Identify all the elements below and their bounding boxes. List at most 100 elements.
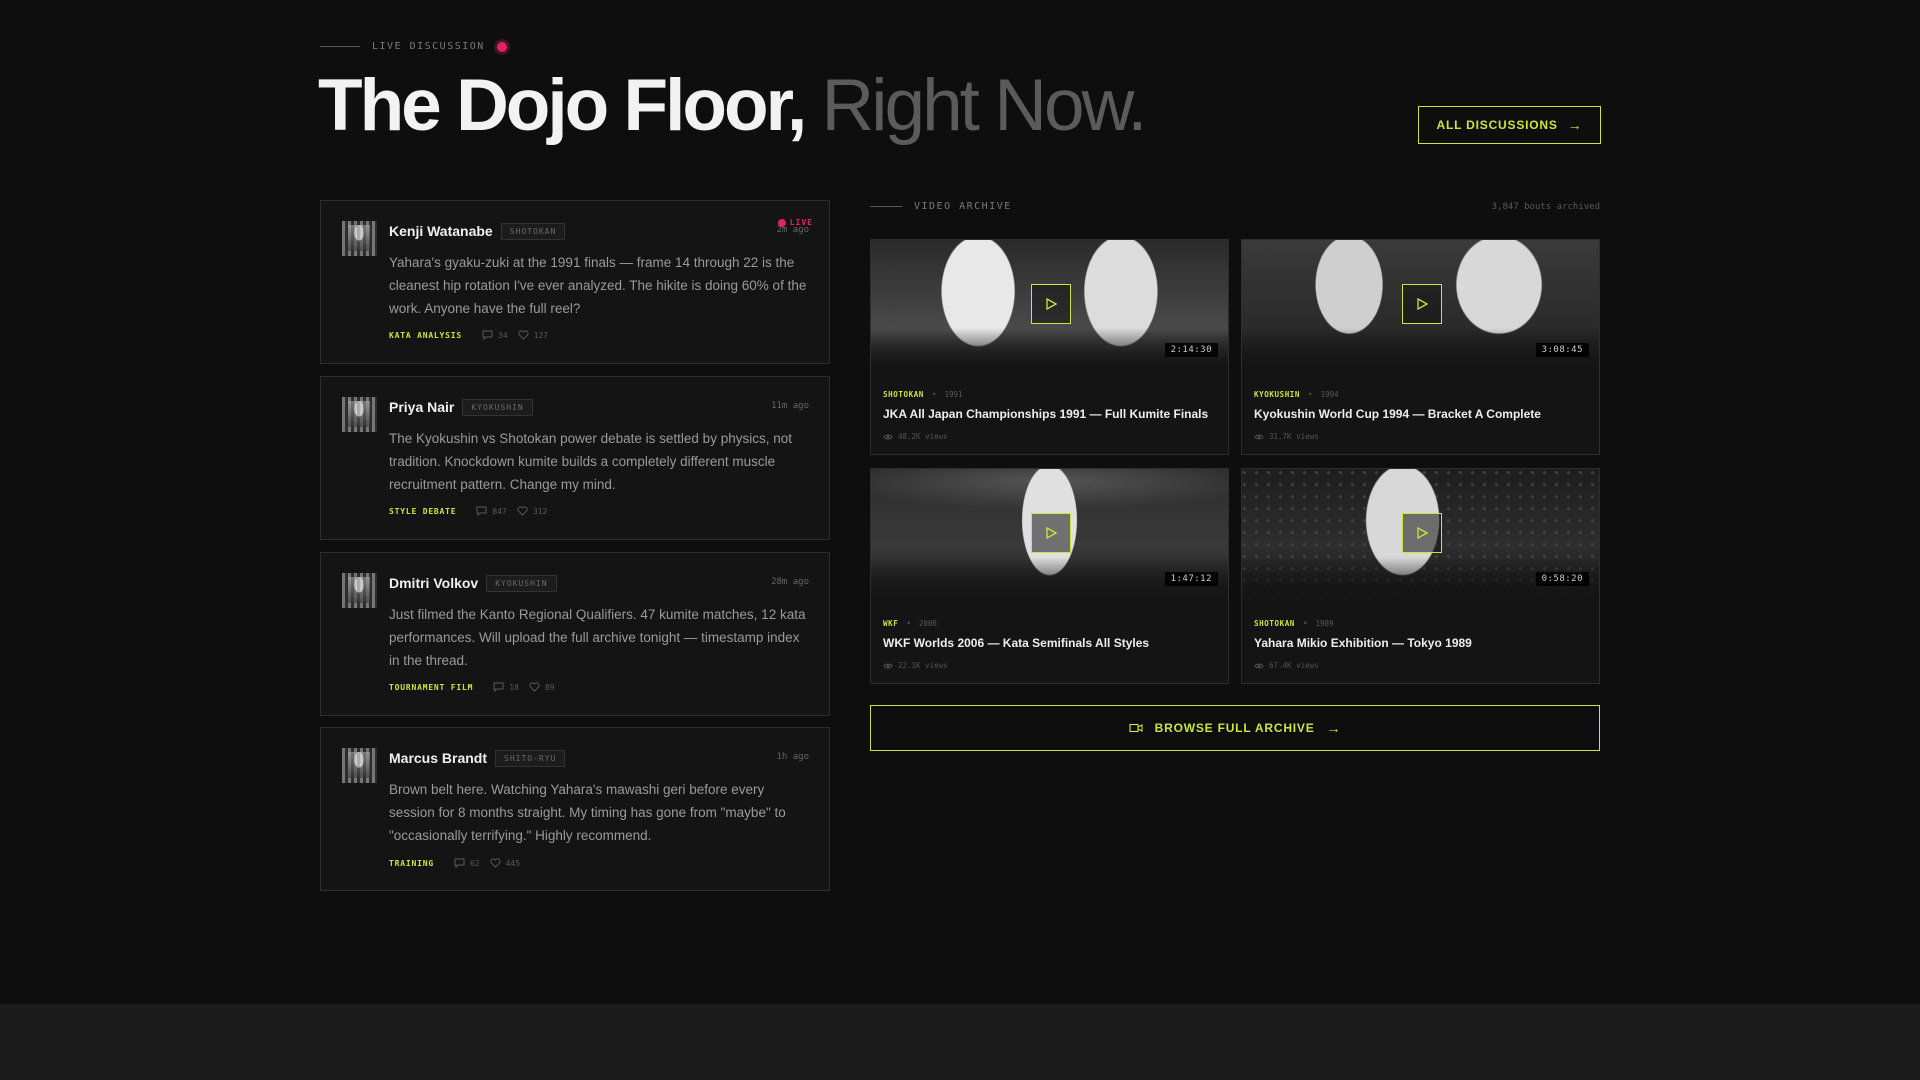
play-button[interactable] bbox=[1402, 284, 1442, 324]
video-meta: SHOTOKAN • 1989 bbox=[1254, 619, 1334, 628]
video-meta: KYOKUSHIN • 1994 bbox=[1254, 390, 1339, 399]
like-count[interactable]: 445 bbox=[489, 858, 521, 868]
post-body: Just filmed the Kanto Regional Qualifier… bbox=[389, 607, 806, 668]
meta-separator: • bbox=[906, 619, 911, 628]
video-views-value: 22.1K views bbox=[898, 661, 948, 670]
archive-divider bbox=[870, 206, 902, 207]
video-views-value: 48.2K views bbox=[898, 432, 948, 441]
eye-icon bbox=[883, 434, 893, 439]
video-views-value: 31.7K views bbox=[1269, 432, 1319, 441]
author-name[interactable]: Kenji Watanabe bbox=[389, 223, 493, 239]
page-title-main: The Dojo Floor, bbox=[318, 65, 807, 146]
video-views: 67.4K views bbox=[1254, 661, 1319, 670]
video-thumbnail[interactable]: 0:58:20 bbox=[1242, 469, 1599, 597]
video-card[interactable]: 1:47:12 WKF • 2006 WKF Worlds 2006 — Kata … bbox=[870, 468, 1229, 684]
eye-icon bbox=[883, 663, 893, 668]
archive-count: 3,847 bouts archived bbox=[1491, 201, 1600, 212]
video-style: SHOTOKAN bbox=[883, 390, 924, 399]
post-time: 1h ago bbox=[776, 752, 809, 762]
live-label: LIVE bbox=[789, 218, 813, 227]
video-style: KYOKUSHIN bbox=[1254, 390, 1301, 399]
play-button[interactable] bbox=[1031, 284, 1071, 324]
video-card[interactable]: 3:08:45 KYOKUSHIN • 1994 Kyokushin World C… bbox=[1241, 239, 1600, 455]
discussion-post[interactable]: Marcus Brandt SHITO-RYU 1h ago Brown belt… bbox=[320, 727, 830, 891]
avatar[interactable] bbox=[342, 221, 377, 256]
video-meta: WKF • 2006 bbox=[883, 619, 937, 628]
video-year: 1989 bbox=[1315, 619, 1334, 628]
comment-icon bbox=[454, 858, 465, 868]
post-body: Yahara's gyaku-zuki at the 1991 finals —… bbox=[389, 255, 807, 316]
like-count[interactable]: 127 bbox=[518, 330, 548, 340]
meta-separator: • bbox=[1308, 390, 1313, 399]
browse-label: BROWSE FULL ARCHIVE bbox=[1154, 721, 1315, 735]
browse-full-archive-button[interactable]: BROWSE FULL ARCHIVE → bbox=[870, 705, 1600, 751]
comment-count[interactable]: 62 bbox=[454, 858, 480, 868]
eye-icon bbox=[1254, 434, 1264, 439]
comment-count-value: 18 bbox=[509, 682, 519, 692]
video-title[interactable]: Kyokushin World Cup 1994 — Bracket A Com… bbox=[1254, 407, 1541, 421]
comment-count[interactable]: 847 bbox=[476, 506, 507, 516]
comment-count-value: 847 bbox=[492, 506, 507, 516]
video-thumbnail[interactable]: 1:47:12 bbox=[871, 469, 1228, 597]
video-views: 31.7K views bbox=[1254, 432, 1319, 441]
video-style: SHOTOKAN bbox=[1254, 619, 1295, 628]
play-icon bbox=[1417, 298, 1428, 310]
post-tag[interactable]: TOURNAMENT FILM bbox=[389, 683, 473, 692]
post-author: Kenji Watanabe SHOTOKAN bbox=[389, 223, 566, 240]
author-name[interactable]: Priya Nair bbox=[389, 399, 454, 415]
avatar[interactable] bbox=[342, 748, 377, 783]
video-views: 48.2K views bbox=[883, 432, 948, 441]
discussion-post[interactable]: Priya Nair KYOKUSHIN 11m ago The Kyokushi… bbox=[320, 376, 830, 540]
like-count-value: 312 bbox=[532, 506, 548, 516]
play-button[interactable] bbox=[1402, 513, 1442, 553]
video-thumbnail[interactable]: 3:08:45 bbox=[1242, 240, 1599, 368]
play-button[interactable] bbox=[1031, 513, 1071, 553]
video-card[interactable]: 2:14:30 SHOTOKAN • 1991 JKA All Japan Cham… bbox=[870, 239, 1229, 455]
live-badge: LIVE bbox=[777, 218, 813, 227]
like-count-value: 127 bbox=[533, 330, 549, 340]
avatar[interactable] bbox=[342, 397, 377, 432]
comment-icon bbox=[482, 330, 493, 340]
video-title[interactable]: JKA All Japan Championships 1991 — Full … bbox=[883, 407, 1208, 421]
video-views: 22.1K views bbox=[883, 661, 948, 670]
like-count[interactable]: 312 bbox=[517, 506, 547, 516]
video-title[interactable]: Yahara Mikio Exhibition — Tokyo 1989 bbox=[1254, 636, 1472, 650]
all-discussions-button[interactable]: ALL DISCUSSIONS → bbox=[1418, 106, 1601, 144]
post-meta: STYLE DEBATE 847 312 bbox=[389, 506, 557, 516]
post-tag[interactable]: STYLE DEBATE bbox=[389, 507, 456, 516]
heart-icon bbox=[518, 330, 529, 340]
video-thumbnail[interactable]: 2:14:30 bbox=[871, 240, 1228, 368]
like-count-value: 445 bbox=[505, 858, 521, 868]
style-badge: SHOTOKAN bbox=[500, 223, 566, 240]
arrow-right-icon: → bbox=[1567, 117, 1583, 133]
comment-count-value: 34 bbox=[498, 330, 508, 340]
post-tag[interactable]: KATA ANALYSIS bbox=[389, 331, 462, 340]
footer-band bbox=[0, 1004, 1920, 1080]
comment-icon bbox=[476, 506, 487, 516]
avatar[interactable] bbox=[342, 573, 377, 608]
video-title[interactable]: WKF Worlds 2006 — Kata Semifinals All St… bbox=[883, 636, 1149, 650]
comment-count[interactable]: 34 bbox=[482, 330, 508, 340]
comment-icon bbox=[493, 682, 504, 692]
eye-icon bbox=[1254, 663, 1264, 668]
arrow-right-icon: → bbox=[1326, 720, 1342, 736]
live-indicator-dot bbox=[496, 41, 507, 52]
play-icon bbox=[1046, 298, 1057, 310]
play-icon bbox=[1417, 527, 1428, 539]
video-card[interactable]: 0:58:20 SHOTOKAN • 1989 Yahara Mikio Exhib… bbox=[1241, 468, 1600, 684]
meta-separator: • bbox=[931, 390, 937, 399]
discussion-post[interactable]: Kenji Watanabe SHOTOKAN 2m ago LIVE Yahar… bbox=[320, 200, 830, 364]
post-author: Priya Nair KYOKUSHIN bbox=[389, 399, 533, 416]
post-meta: TRAINING 62 445 bbox=[389, 858, 530, 868]
post-tag[interactable]: TRAINING bbox=[389, 859, 434, 868]
video-duration: 1:47:12 bbox=[1164, 572, 1218, 586]
live-dot bbox=[777, 218, 786, 227]
like-count[interactable]: 89 bbox=[529, 682, 555, 692]
style-badge: SHITO-RYU bbox=[495, 750, 566, 767]
comment-count[interactable]: 18 bbox=[493, 682, 519, 692]
comment-count-value: 62 bbox=[469, 858, 480, 868]
author-name[interactable]: Dmitri Volkov bbox=[389, 575, 478, 591]
all-discussions-label: ALL DISCUSSIONS bbox=[1436, 118, 1558, 132]
author-name[interactable]: Marcus Brandt bbox=[389, 750, 487, 766]
discussion-post[interactable]: Dmitri Volkov KYOKUSHIN 28m ago Just film… bbox=[320, 552, 830, 716]
